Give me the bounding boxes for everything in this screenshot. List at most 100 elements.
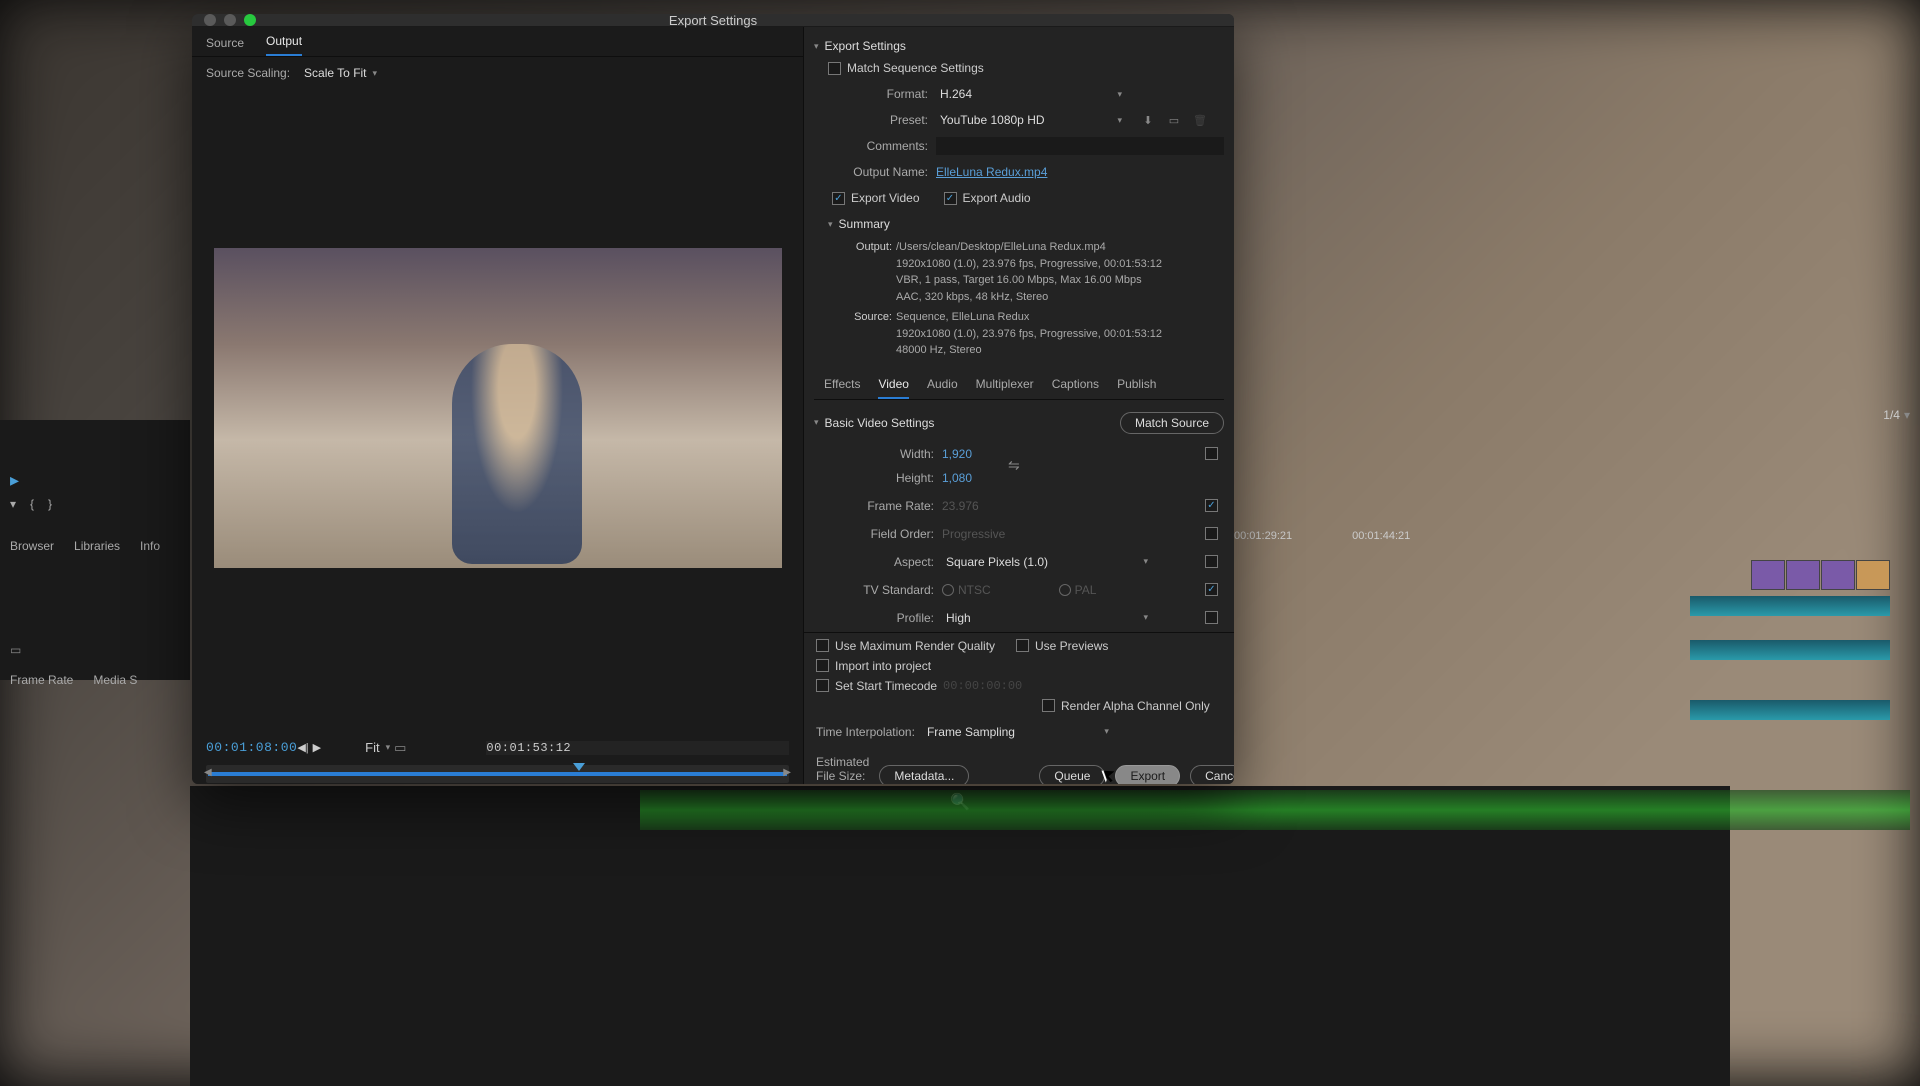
- tab-source[interactable]: Source: [206, 36, 244, 56]
- bracket-open-icon: {: [30, 497, 34, 511]
- link-dimensions-icon[interactable]: ⇋: [1008, 457, 1020, 474]
- field-order-match-checkbox[interactable]: [1205, 527, 1218, 540]
- tab-output[interactable]: Output: [266, 34, 302, 56]
- settings-subtabs: Effects Video Audio Multiplexer Captions…: [814, 369, 1224, 400]
- export-settings-title: Export Settings: [825, 39, 906, 53]
- profile-match-checkbox[interactable]: [1205, 611, 1218, 624]
- start-tc-value: 00:00:00:00: [943, 679, 1022, 693]
- metadata-button[interactable]: Metadata...: [879, 765, 969, 785]
- in-point-icon[interactable]: ◀: [204, 767, 212, 778]
- bg-timeline-panel: 🔍: [190, 786, 1730, 1086]
- profile-select[interactable]: High: [942, 609, 1152, 627]
- subtab-captions[interactable]: Captions: [1052, 377, 1099, 399]
- height-label: Height:: [814, 471, 934, 485]
- summary-section[interactable]: ▾ Summary: [828, 211, 1224, 237]
- zoom-fit-select[interactable]: Fit: [361, 738, 394, 757]
- marker-icon: ▾: [10, 497, 16, 511]
- render-alpha-label: Render Alpha Channel Only: [1061, 699, 1210, 713]
- summary-source: Source:Sequence, ElleLuna Redux 1920x108…: [828, 307, 1224, 361]
- frame-rate-label: Frame Rate:: [814, 499, 934, 513]
- pal-label: PAL: [1075, 583, 1097, 597]
- import-preset-icon[interactable]: ▭: [1166, 113, 1182, 127]
- bg-thumbnail-strip: [1751, 560, 1890, 590]
- match-sequence-checkbox[interactable]: [828, 62, 841, 75]
- preview-panel: Source Output Source Scaling: Scale To F…: [192, 27, 804, 784]
- export-footer: Use Maximum Render Quality Use Previews …: [804, 632, 1234, 785]
- tv-standard-match-checkbox[interactable]: [1205, 583, 1218, 596]
- width-match-checkbox[interactable]: [1205, 447, 1218, 460]
- playhead-icon[interactable]: [573, 763, 585, 771]
- import-project-checkbox[interactable]: [816, 659, 829, 672]
- bracket-close-icon: }: [48, 497, 52, 511]
- subtab-video[interactable]: Video: [878, 377, 908, 399]
- max-render-quality-label: Use Maximum Render Quality: [835, 639, 995, 653]
- bg-tab-browser[interactable]: Browser: [10, 539, 54, 553]
- frame-rate-match-checkbox[interactable]: [1205, 499, 1218, 512]
- subtab-multiplexer[interactable]: Multiplexer: [976, 377, 1034, 399]
- ntsc-label: NTSC: [958, 583, 991, 597]
- preview-controls: 00:01:08:00 ◀| ▶ Fit ▭ 00:01:53:12 ◀ ▶: [192, 727, 803, 785]
- output-name-label: Output Name:: [828, 165, 928, 179]
- bg-audio-track-3: [1690, 700, 1890, 720]
- set-start-tc-checkbox[interactable]: [816, 679, 829, 692]
- export-audio-checkbox[interactable]: [944, 192, 957, 205]
- save-preset-icon[interactable]: ⬇: [1140, 113, 1156, 127]
- queue-button[interactable]: Queue: [1039, 765, 1105, 785]
- cancel-button[interactable]: Cancel: [1190, 765, 1234, 785]
- bg-col-framerate: Frame Rate: [10, 673, 73, 687]
- basic-video-settings-section[interactable]: ▾ Basic Video Settings Match Source: [814, 406, 1224, 440]
- summary-output: Output:/Users/clean/Desktop/ElleLuna Red…: [828, 237, 1224, 307]
- match-source-button[interactable]: Match Source: [1120, 412, 1224, 434]
- bg-tab-info[interactable]: Info: [140, 539, 160, 553]
- export-button[interactable]: Export: [1115, 765, 1180, 785]
- chevron-down-icon: ▾: [814, 417, 819, 428]
- aspect-select[interactable]: Square Pixels (1.0): [942, 553, 1152, 571]
- preview-image: [214, 248, 782, 568]
- bg-audio-track-1: [1690, 596, 1890, 616]
- subtab-effects[interactable]: Effects: [824, 377, 860, 399]
- play-icon[interactable]: ▶: [313, 741, 321, 754]
- frame-rate-value: 23.976: [942, 499, 992, 513]
- delete-preset-icon[interactable]: 🗑: [1192, 113, 1208, 127]
- export-video-checkbox[interactable]: [832, 192, 845, 205]
- estimated-size: Estimated File Size: 221 MB: [816, 755, 869, 785]
- bg-col-medias: Media S: [93, 673, 137, 687]
- bg-audio-track-2: [1690, 640, 1890, 660]
- basic-video-settings-title: Basic Video Settings: [825, 416, 935, 430]
- preview-area: [192, 89, 803, 727]
- height-value[interactable]: 1,080: [942, 471, 992, 485]
- timecode-in[interactable]: 00:01:08:00: [206, 740, 297, 755]
- chevron-down-icon: ▾: [828, 219, 833, 230]
- bg-tab-libraries[interactable]: Libraries: [74, 539, 120, 553]
- export-settings-section[interactable]: ▾ Export Settings: [814, 33, 1224, 59]
- ntsc-radio: [942, 584, 954, 596]
- source-scaling-select[interactable]: Scale To Fit: [300, 64, 381, 82]
- use-previews-checkbox[interactable]: [1016, 639, 1029, 652]
- preset-select[interactable]: YouTube 1080p HD: [936, 111, 1126, 129]
- preview-scrubber[interactable]: ◀ ▶: [206, 765, 789, 783]
- scrubber-range: [208, 772, 787, 776]
- subtab-publish[interactable]: Publish: [1117, 377, 1156, 399]
- preset-label: Preset:: [828, 113, 928, 127]
- preview-tabs: Source Output: [192, 27, 803, 57]
- aspect-match-checkbox[interactable]: [1205, 555, 1218, 568]
- bg-timeline-ruler: 00:01:29:21 00:01:44:21: [1234, 530, 1912, 544]
- output-name-link[interactable]: ElleLuna Redux.mp4: [936, 165, 1047, 179]
- render-alpha-checkbox[interactable]: [1042, 699, 1055, 712]
- time-interp-select[interactable]: Frame Sampling: [923, 723, 1113, 741]
- out-point-icon[interactable]: ▶: [783, 767, 791, 778]
- field-order-label: Field Order:: [814, 527, 934, 541]
- set-start-tc-label: Set Start Timecode: [835, 679, 937, 693]
- max-render-quality-checkbox[interactable]: [816, 639, 829, 652]
- width-label: Width:: [814, 447, 934, 461]
- format-select[interactable]: H.264: [936, 85, 1126, 103]
- subtab-audio[interactable]: Audio: [927, 377, 958, 399]
- summary-title: Summary: [839, 217, 890, 231]
- aspect-crop-icon[interactable]: ▭: [394, 740, 406, 756]
- width-value[interactable]: 1,920: [942, 447, 992, 461]
- profile-label: Profile:: [814, 611, 934, 625]
- step-back-icon[interactable]: ◀|: [297, 741, 308, 754]
- comments-input[interactable]: [936, 137, 1224, 155]
- use-previews-label: Use Previews: [1035, 639, 1108, 653]
- export-video-label: Export Video: [851, 191, 920, 205]
